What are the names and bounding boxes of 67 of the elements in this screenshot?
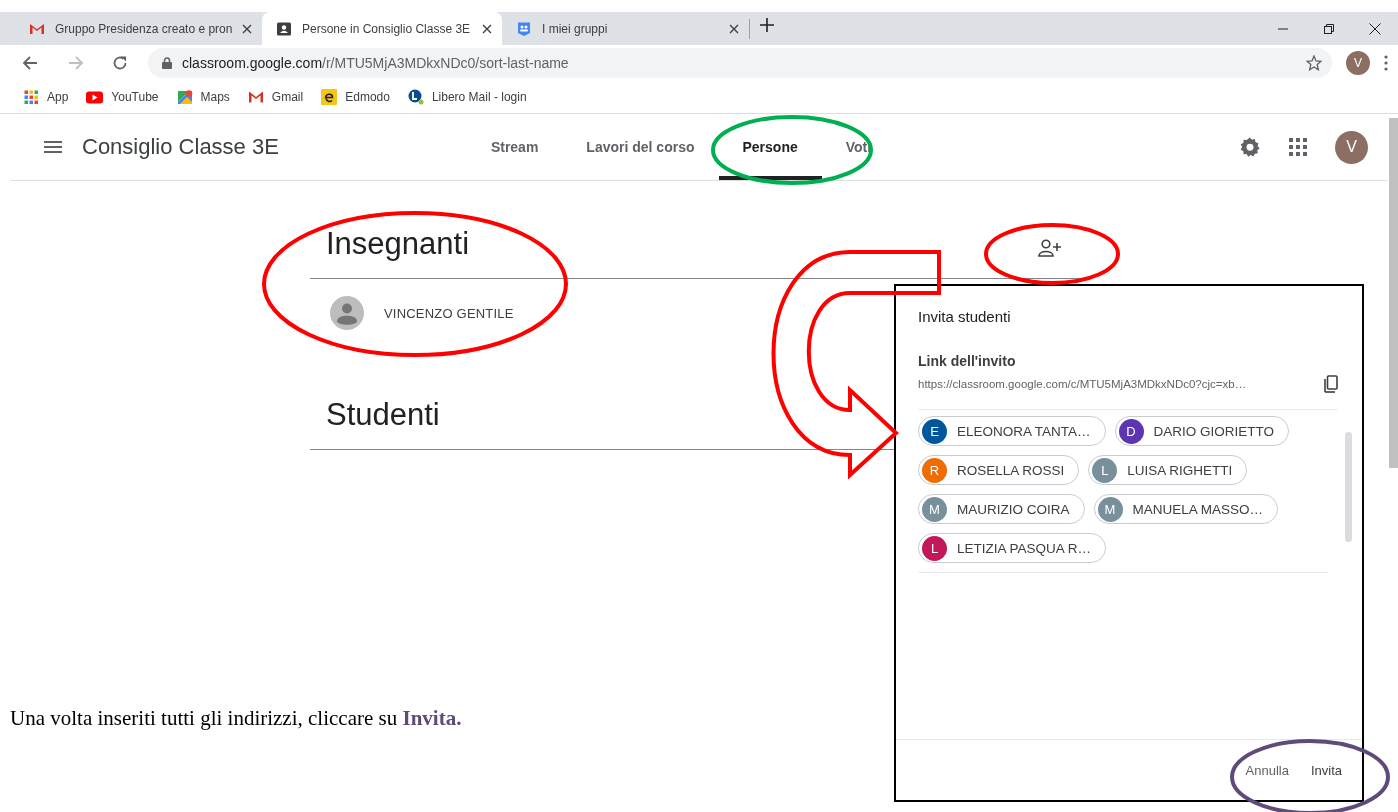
apps-grid-icon[interactable] <box>1289 138 1307 156</box>
student-chip[interactable]: M MANUELA MASSO… <box>1093 494 1279 524</box>
initial-avatar: L <box>1092 457 1118 483</box>
class-title: Consiglio Classe 3E <box>82 134 279 160</box>
plus-icon[interactable] <box>760 17 774 32</box>
scrollbar[interactable] <box>1389 118 1398 468</box>
invite-button[interactable]: Invita <box>1302 754 1350 786</box>
bookmark[interactable]: Maps <box>176 89 230 105</box>
browser-tab[interactable]: I miei gruppi <box>502 12 749 45</box>
cancel-button[interactable]: Annulla <box>1237 754 1297 786</box>
close-icon[interactable] <box>242 23 252 34</box>
bookmark[interactable]: Edmodo <box>321 89 390 105</box>
apps-grid-icon <box>24 89 39 105</box>
more-icon[interactable] <box>1384 55 1388 71</box>
settings-icon[interactable] <box>1239 136 1261 158</box>
mail-icon <box>247 90 264 104</box>
student-chip[interactable]: L LETIZIA PASQUA R… <box>918 533 1107 563</box>
group-chat-icon <box>516 20 532 37</box>
initial-avatar: R <box>922 457 947 483</box>
lock-icon <box>162 57 172 69</box>
libero-logo-icon <box>407 89 424 105</box>
add-person-icon[interactable] <box>1038 238 1062 258</box>
student-chip[interactable]: R ROSELLA ROSSI <box>918 455 1080 485</box>
caption-text: Una volta inseriti tutti gli indirizzi, cliccare su Invita. <box>10 706 462 731</box>
initial-avatar: D <box>1118 418 1144 444</box>
edmodo-icon <box>321 89 338 105</box>
menu-icon[interactable] <box>44 141 62 153</box>
minimize-icon[interactable] <box>1278 27 1288 30</box>
copy-icon[interactable] <box>1322 375 1338 393</box>
student-chip[interactable]: E ELEONORA TANTA… <box>918 416 1106 446</box>
nav-tab[interactable]: Lavori del corso <box>562 114 719 180</box>
student-chip[interactable]: M MAURIZIO COIRA <box>918 494 1085 524</box>
nav-tab[interactable]: Stream <box>466 114 563 180</box>
play-icon <box>86 90 104 104</box>
invite-link[interactable]: https://classroom.google.com/c/MTU5MjA3MDkxNDc0?cjc=xb… <box>918 378 1247 390</box>
browser-tab[interactable]: Gruppo Presidenza creato e pron <box>15 12 262 45</box>
back-icon[interactable] <box>22 55 38 71</box>
person-avatar-icon <box>330 296 364 330</box>
map-pin-icon <box>176 89 193 105</box>
close-icon[interactable] <box>729 23 739 34</box>
close-icon[interactable] <box>1369 22 1381 35</box>
profile-avatar[interactable]: V <box>1346 51 1370 75</box>
field-label: Link dell'invito <box>918 353 1017 369</box>
nav-tab[interactable]: Persone <box>718 114 822 180</box>
student-chip[interactable]: L LUISA RIGHETTI <box>1088 455 1248 485</box>
initial-avatar: L <box>922 535 947 561</box>
star-icon[interactable] <box>1306 55 1322 71</box>
dialog-title: Invita studenti <box>918 308 1012 325</box>
profile-avatar[interactable]: V <box>1335 130 1368 164</box>
close-icon[interactable] <box>482 23 492 34</box>
bookmark[interactable]: Libero Mail - login <box>407 89 527 105</box>
bookmark[interactable]: Gmail <box>247 90 304 104</box>
initial-avatar: M <box>1097 496 1123 522</box>
bookmark[interactable]: YouTube <box>86 90 159 104</box>
bookmark[interactable]: App <box>24 89 69 105</box>
teacher-name: VINCENZO GENTILE <box>384 305 514 321</box>
section-heading: Insegnanti <box>325 226 470 262</box>
person-card-icon <box>276 20 292 37</box>
browser-tab[interactable]: Persone in Consiglio Classe 3E <box>262 12 502 45</box>
restore-icon[interactable] <box>1324 23 1334 34</box>
reload-icon[interactable] <box>112 55 128 71</box>
address-bar[interactable]: classroom.google.com/r/MTU5MjA3MDkxNDc0/sort-last-name <box>148 48 1332 78</box>
section-heading: Studenti <box>325 397 440 433</box>
student-chip[interactable]: D DARIO GIORIETTO <box>1114 416 1290 446</box>
scrollbar[interactable] <box>1345 432 1352 542</box>
initial-avatar: M <box>922 496 947 522</box>
initial-avatar: E <box>922 418 947 444</box>
